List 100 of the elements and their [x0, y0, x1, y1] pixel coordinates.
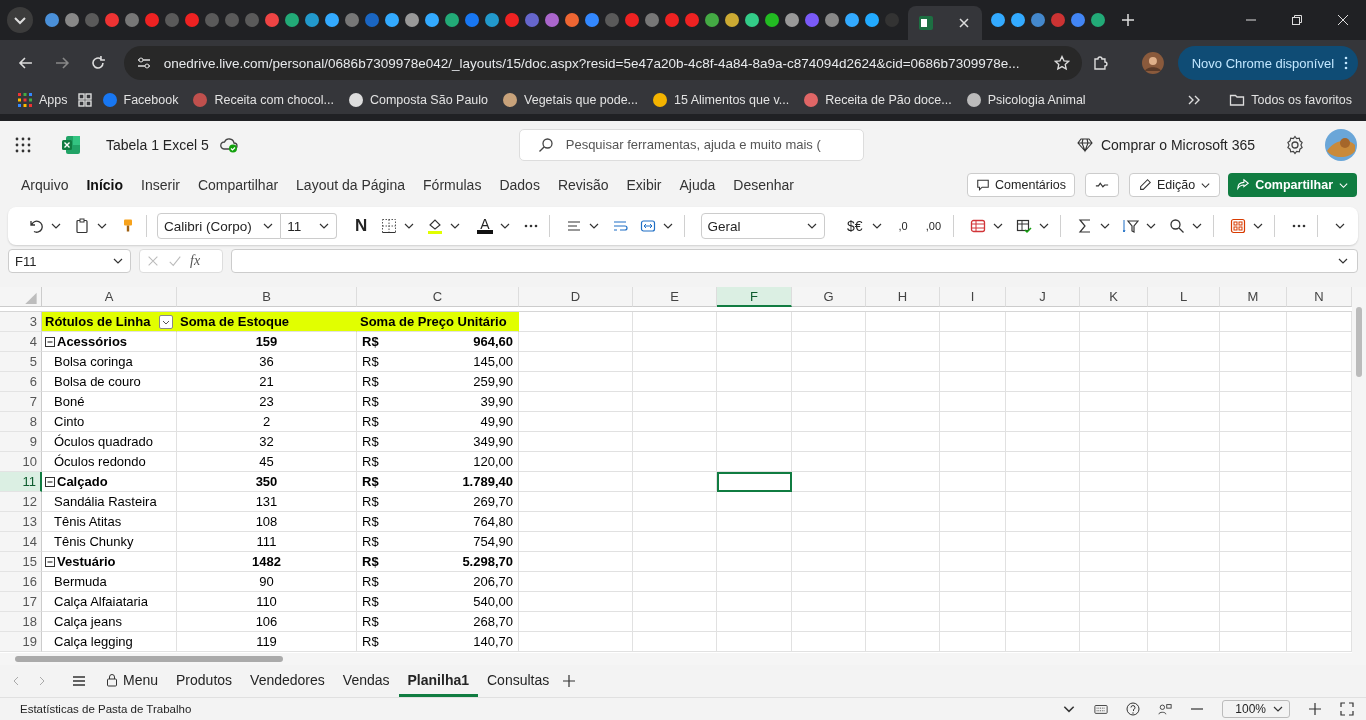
formula-input[interactable] [231, 249, 1358, 273]
undo-icon[interactable] [28, 218, 44, 234]
ribbon-tab[interactable]: Desenhar [724, 177, 803, 193]
favicon-icon[interactable] [864, 12, 880, 28]
currency-format-button[interactable]: $€ [844, 218, 865, 234]
row-header[interactable]: 17 [0, 592, 42, 612]
align-icon[interactable] [565, 218, 582, 234]
favicon-icon[interactable] [1070, 12, 1086, 28]
favicon-icon[interactable] [524, 12, 540, 28]
row-header[interactable]: 3 [0, 312, 42, 332]
favicon-icon[interactable] [844, 12, 860, 28]
help-icon[interactable] [1126, 702, 1141, 716]
format-table-icon[interactable] [1016, 218, 1032, 234]
favicon-icon[interactable] [684, 12, 700, 28]
row-header[interactable]: 5 [0, 352, 42, 372]
column-header[interactable]: J [1006, 287, 1080, 307]
favicon-icon[interactable] [644, 12, 660, 28]
column-header[interactable]: G [792, 287, 866, 307]
search-field[interactable]: Pesquisar ferramentas, ajuda e muito mais ( [518, 128, 864, 161]
settings-icon[interactable] [1285, 134, 1305, 155]
ribbon-tab[interactable]: Inserir [132, 177, 189, 193]
font-name-dropdown[interactable]: Calibri (Corpo) [157, 213, 282, 239]
zoom-in-icon[interactable] [1308, 702, 1322, 716]
ribbon-tab[interactable]: Início [77, 177, 133, 193]
favicon-icon[interactable] [484, 12, 500, 28]
row-header[interactable]: 4 [0, 332, 42, 352]
row-header[interactable]: 19 [0, 632, 42, 652]
column-header[interactable]: M [1220, 287, 1287, 307]
activity-button[interactable] [1084, 173, 1119, 197]
favicon-icon[interactable] [464, 12, 480, 28]
update-chrome-button[interactable]: Novo Chrome disponível [1177, 46, 1359, 80]
favicon-icon[interactable] [104, 12, 120, 28]
column-header[interactable]: N [1287, 287, 1352, 307]
favicon-icon[interactable] [304, 12, 320, 28]
favicon-icon[interactable] [1030, 12, 1046, 28]
favicon-icon[interactable] [990, 12, 1006, 28]
address-bar[interactable]: onedrive.live.com/personal/0686b7309978e042/_layouts/15/doc.aspx?resid=5e47a20b-4c8f-4a84-8a9a-c874094d2624&cid=0686b7309978e... [123, 46, 1082, 80]
bookmark[interactable]: Vegetais que pode... [497, 92, 644, 108]
back-icon[interactable] [18, 55, 34, 71]
row-header[interactable]: 6 [0, 372, 42, 392]
favicon-icon[interactable] [424, 12, 440, 28]
keyboard-icon[interactable] [1094, 702, 1109, 716]
site-settings-icon[interactable] [135, 55, 152, 71]
column-header[interactable]: F [717, 287, 792, 307]
filter-dropdown-button[interactable] [159, 314, 173, 329]
insert-function-button[interactable]: fx [190, 253, 201, 269]
add-ins-icon[interactable] [1230, 218, 1246, 234]
bookmark[interactable]: Facebook [96, 92, 184, 108]
row-header[interactable]: 16 [0, 572, 42, 592]
new-tab-icon[interactable] [1120, 12, 1136, 28]
column-header[interactable]: B [177, 287, 357, 307]
row-header[interactable]: 10 [0, 452, 42, 472]
conditional-format-icon[interactable] [970, 218, 986, 234]
sheet-tab[interactable]: Vendedores [241, 665, 334, 697]
fill-color-icon[interactable] [427, 218, 444, 234]
favicon-icon[interactable] [504, 12, 520, 28]
column-header[interactable]: K [1080, 287, 1148, 307]
editing-mode-button[interactable]: Edição [1128, 173, 1221, 197]
favicon-icon[interactable] [564, 12, 580, 28]
favicon-icon[interactable] [44, 12, 60, 28]
bookmark-folder[interactable]: Todos os favoritos [1224, 92, 1354, 108]
share-button[interactable]: Compartilhar [1228, 173, 1357, 197]
favicon-icon[interactable] [1090, 12, 1106, 28]
ribbon-tab[interactable]: Exibir [617, 177, 671, 193]
favicon-icon[interactable] [284, 12, 300, 28]
sheet-tab[interactable]: Planilha1 [398, 665, 478, 697]
bookmark[interactable]: Composta São Paulo [342, 92, 494, 108]
favicon-icon[interactable] [544, 12, 560, 28]
fullscreen-icon[interactable] [1340, 702, 1354, 716]
favicon-icon[interactable] [704, 12, 720, 28]
zoom-dropdown[interactable]: 100% [1222, 700, 1290, 718]
column-header[interactable]: E [633, 287, 717, 307]
feedback-icon[interactable] [1158, 702, 1173, 716]
comments-button[interactable]: Comentários [967, 173, 1075, 197]
profile-avatar[interactable] [1141, 52, 1164, 74]
search-icon[interactable] [1169, 218, 1185, 234]
number-format-dropdown[interactable]: Geral [700, 213, 825, 239]
sheet-tab[interactable]: Produtos [167, 665, 242, 697]
favicon-icon[interactable] [324, 12, 340, 28]
sort-filter-icon[interactable] [1123, 218, 1139, 234]
sheet-tab[interactable]: Vendas [333, 665, 399, 697]
merge-cells-icon[interactable] [639, 218, 656, 234]
favicon-icon[interactable] [744, 12, 760, 28]
workbook-statistics-link[interactable]: Estatísticas de Pasta de Trabalho [20, 703, 192, 715]
row-header[interactable]: 15 [0, 552, 42, 572]
ribbon-tab[interactable]: Dados [490, 177, 549, 193]
column-header[interactable]: L [1148, 287, 1220, 307]
search-input[interactable]: Pesquisar ferramentas, ajuda e muito mais ( [565, 137, 853, 152]
row-header[interactable]: 18 [0, 612, 42, 632]
column-header[interactable]: A [42, 287, 177, 307]
cloud-saved-icon[interactable] [218, 136, 239, 153]
bookmark[interactable]: Receita de Pão doce... [798, 92, 957, 108]
ribbon-tab[interactable]: Arquivo [12, 177, 78, 193]
bookmark[interactable]: Apps [12, 92, 73, 108]
column-header[interactable]: I [940, 287, 1006, 307]
row-header[interactable]: 9 [0, 432, 42, 452]
row-header[interactable]: 8 [0, 412, 42, 432]
app-launcher-icon[interactable] [15, 136, 31, 153]
favicon-icon[interactable] [144, 12, 160, 28]
favicon-icon[interactable] [824, 12, 840, 28]
